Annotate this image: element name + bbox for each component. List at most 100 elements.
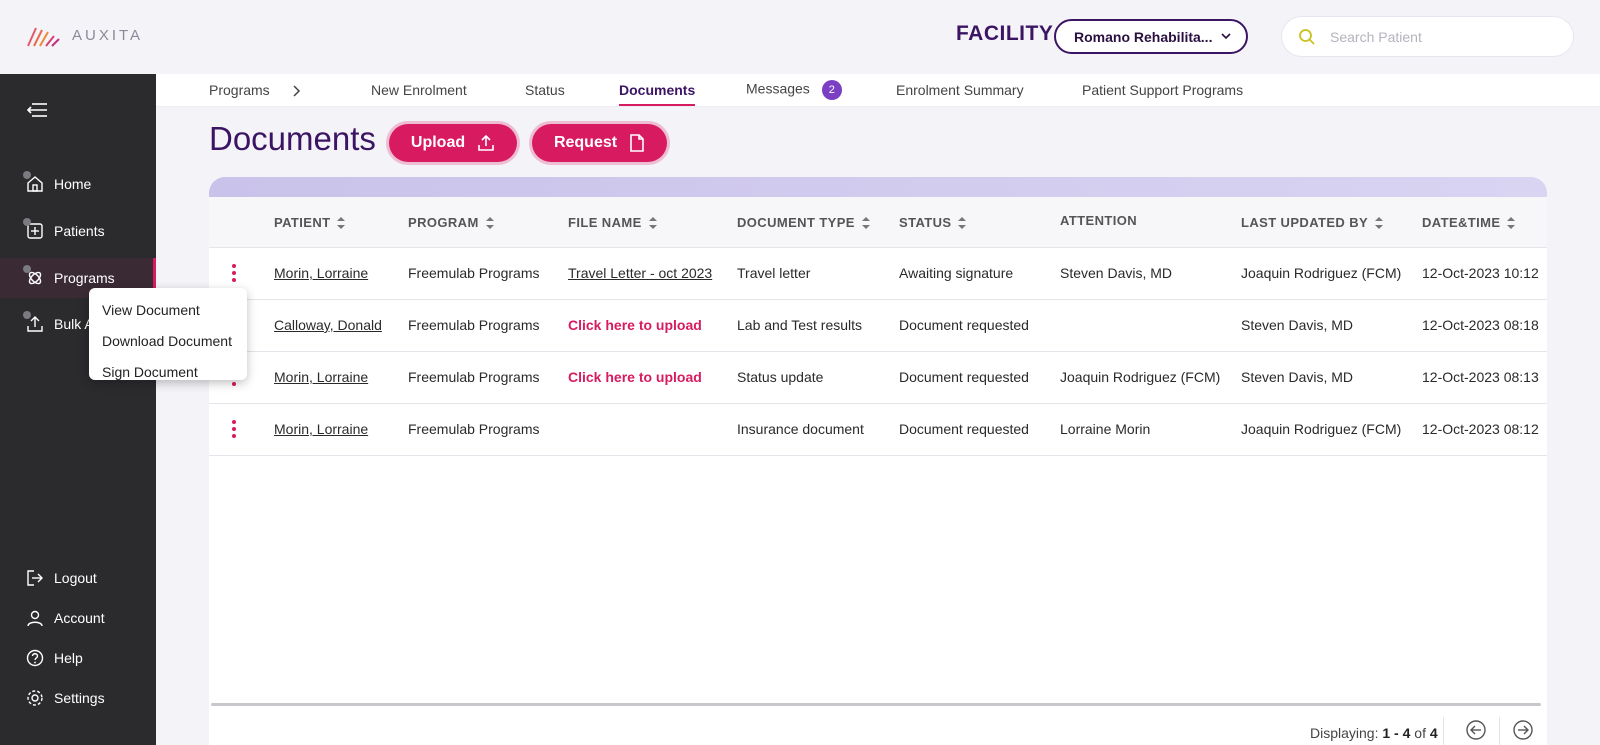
pager-divider [1443, 717, 1444, 745]
table-row: Morin, Lorraine Freemulab Programs Insur… [209, 404, 1547, 456]
sort-icon [958, 216, 967, 229]
column-header-attention: ATTENTION [1060, 213, 1138, 228]
sidebar: Home Patients Programs Bulk A Logout Acc… [0, 74, 156, 745]
program-cell: Freemulab Programs [408, 421, 540, 437]
patients-icon [23, 218, 44, 240]
messages-badge: 2 [821, 80, 842, 100]
tab-documents[interactable]: Documents [619, 82, 696, 106]
tab-patient-support-programs[interactable]: Patient Support Programs [1082, 82, 1243, 98]
sort-icon [648, 216, 657, 229]
patient-link[interactable]: Morin, Lorraine [274, 265, 368, 281]
document-icon [630, 134, 644, 152]
status-cell: Awaiting signature [899, 265, 1014, 281]
next-page-icon[interactable] [1512, 719, 1534, 741]
tab-label: Messages [746, 80, 810, 97]
upload-icon [23, 311, 44, 333]
table-header: PATIENT PROGRAM FILE NAME DOCUMENT TYPE … [209, 197, 1547, 248]
help-icon [26, 649, 44, 667]
column-header-datetime[interactable]: DATE&TIME [1422, 215, 1516, 230]
program-cell: Freemulab Programs [408, 265, 540, 281]
search-icon [1299, 28, 1315, 45]
sort-icon [337, 216, 346, 229]
upload-icon [478, 134, 494, 151]
tab-messages[interactable]: Messages 2 [746, 80, 842, 100]
sort-icon [861, 216, 870, 229]
top-bar: AUXITA FACILITY Romano Rehabilita... [0, 0, 1600, 74]
brand-logo[interactable]: AUXITA [26, 22, 143, 48]
program-tabs: Programs New Enrolment Status Documents … [156, 74, 1600, 107]
horizontal-scrollbar[interactable] [211, 703, 1541, 706]
sidebar-item-settings[interactable]: Settings [0, 678, 156, 718]
collapse-sidebar-icon[interactable] [26, 102, 48, 118]
logout-icon [26, 569, 44, 587]
page-title: Documents [209, 120, 376, 157]
facility-select[interactable]: Romano Rehabilita... [1054, 19, 1248, 54]
upload-link[interactable]: Click here to upload [568, 317, 702, 333]
table-row: Calloway, Donald Freemulab Programs Clic… [209, 300, 1547, 352]
file-link[interactable]: Travel Letter - oct 2023 [568, 265, 712, 281]
tab-programs[interactable]: Programs [209, 82, 302, 98]
table-footer: Displaying: 1 - 4 of 4 [209, 717, 1547, 745]
row-actions-icon[interactable] [231, 264, 237, 284]
sort-icon [1507, 216, 1516, 229]
table-header-band [209, 177, 1547, 197]
sidebar-item-label: Patients [54, 223, 105, 239]
sidebar-item-home[interactable]: Home [0, 164, 156, 204]
column-header-patient[interactable]: PATIENT [274, 215, 346, 230]
column-header-file-name[interactable]: FILE NAME [568, 215, 658, 230]
patient-link[interactable]: Morin, Lorraine [274, 421, 368, 437]
menu-item-download-document[interactable]: Download Document [89, 325, 247, 356]
updated-by-cell: Joaquin Rodriguez (FCM) [1241, 265, 1402, 281]
brand-name: AUXITA [72, 26, 144, 44]
settings-icon [26, 689, 44, 707]
previous-page-icon[interactable] [1465, 719, 1487, 741]
program-cell: Freemulab Programs [408, 317, 540, 333]
request-button[interactable]: Request [532, 124, 667, 162]
menu-item-view-document[interactable]: View Document [89, 294, 247, 325]
sidebar-item-help[interactable]: Help [0, 638, 156, 678]
menu-item-sign-document[interactable]: Sign Document [89, 356, 247, 387]
row-actions-icon[interactable] [231, 420, 237, 440]
patient-search[interactable] [1281, 16, 1574, 57]
column-header-last-updated-by[interactable]: LAST UPDATED BY [1241, 215, 1384, 230]
status-cell: Document requested [899, 369, 1029, 385]
sidebar-item-label: Settings [54, 690, 105, 706]
datetime-cell: 12-Oct-2023 08:13 [1422, 369, 1539, 385]
updated-by-cell: Steven Davis, MD [1241, 369, 1354, 385]
column-header-program[interactable]: PROGRAM [408, 215, 495, 230]
sidebar-item-label: Help [54, 650, 83, 666]
column-header-document-type[interactable]: DOCUMENT TYPE [737, 215, 871, 230]
document-type-cell: Insurance document [737, 421, 864, 437]
upload-button-label: Upload [410, 134, 466, 151]
patient-link[interactable]: Calloway, Donald [274, 317, 382, 333]
table-row: Morin, Lorraine Freemulab Programs Click… [209, 352, 1547, 404]
sidebar-item-label: Account [54, 610, 105, 626]
tab-enrolment-summary[interactable]: Enrolment Summary [896, 82, 1024, 98]
sidebar-item-label: Bulk A [54, 316, 94, 332]
sidebar-item-label: Programs [54, 270, 115, 286]
table-row: Morin, Lorraine Freemulab Programs Trave… [209, 248, 1547, 300]
tab-new-enrolment[interactable]: New Enrolment [371, 82, 467, 98]
datetime-cell: 12-Oct-2023 08:12 [1422, 421, 1539, 437]
updated-by-cell: Steven Davis, MD [1241, 317, 1354, 333]
tab-status[interactable]: Status [525, 82, 565, 98]
attention-cell: Joaquin Rodriguez (FCM) [1060, 369, 1221, 385]
column-header-status[interactable]: STATUS [899, 215, 967, 230]
sidebar-item-account[interactable]: Account [0, 598, 156, 638]
sort-icon [485, 216, 494, 229]
tab-label: Programs [209, 82, 270, 98]
chevron-right-icon [293, 85, 300, 97]
request-button-label: Request [553, 134, 618, 151]
sidebar-item-patients[interactable]: Patients [0, 211, 156, 251]
account-icon [26, 609, 44, 627]
pagination-summary: Displaying: 1 - 4 of 4 [1310, 725, 1438, 741]
sidebar-item-label: Home [54, 176, 92, 192]
programs-icon [23, 265, 44, 287]
sidebar-item-logout[interactable]: Logout [0, 558, 156, 598]
upload-button[interactable]: Upload [389, 124, 517, 162]
search-input[interactable] [1330, 28, 1550, 45]
attention-cell: Lorraine Morin [1060, 421, 1151, 437]
upload-link[interactable]: Click here to upload [568, 369, 702, 385]
status-cell: Document requested [899, 421, 1029, 437]
patient-link[interactable]: Morin, Lorraine [274, 369, 368, 385]
